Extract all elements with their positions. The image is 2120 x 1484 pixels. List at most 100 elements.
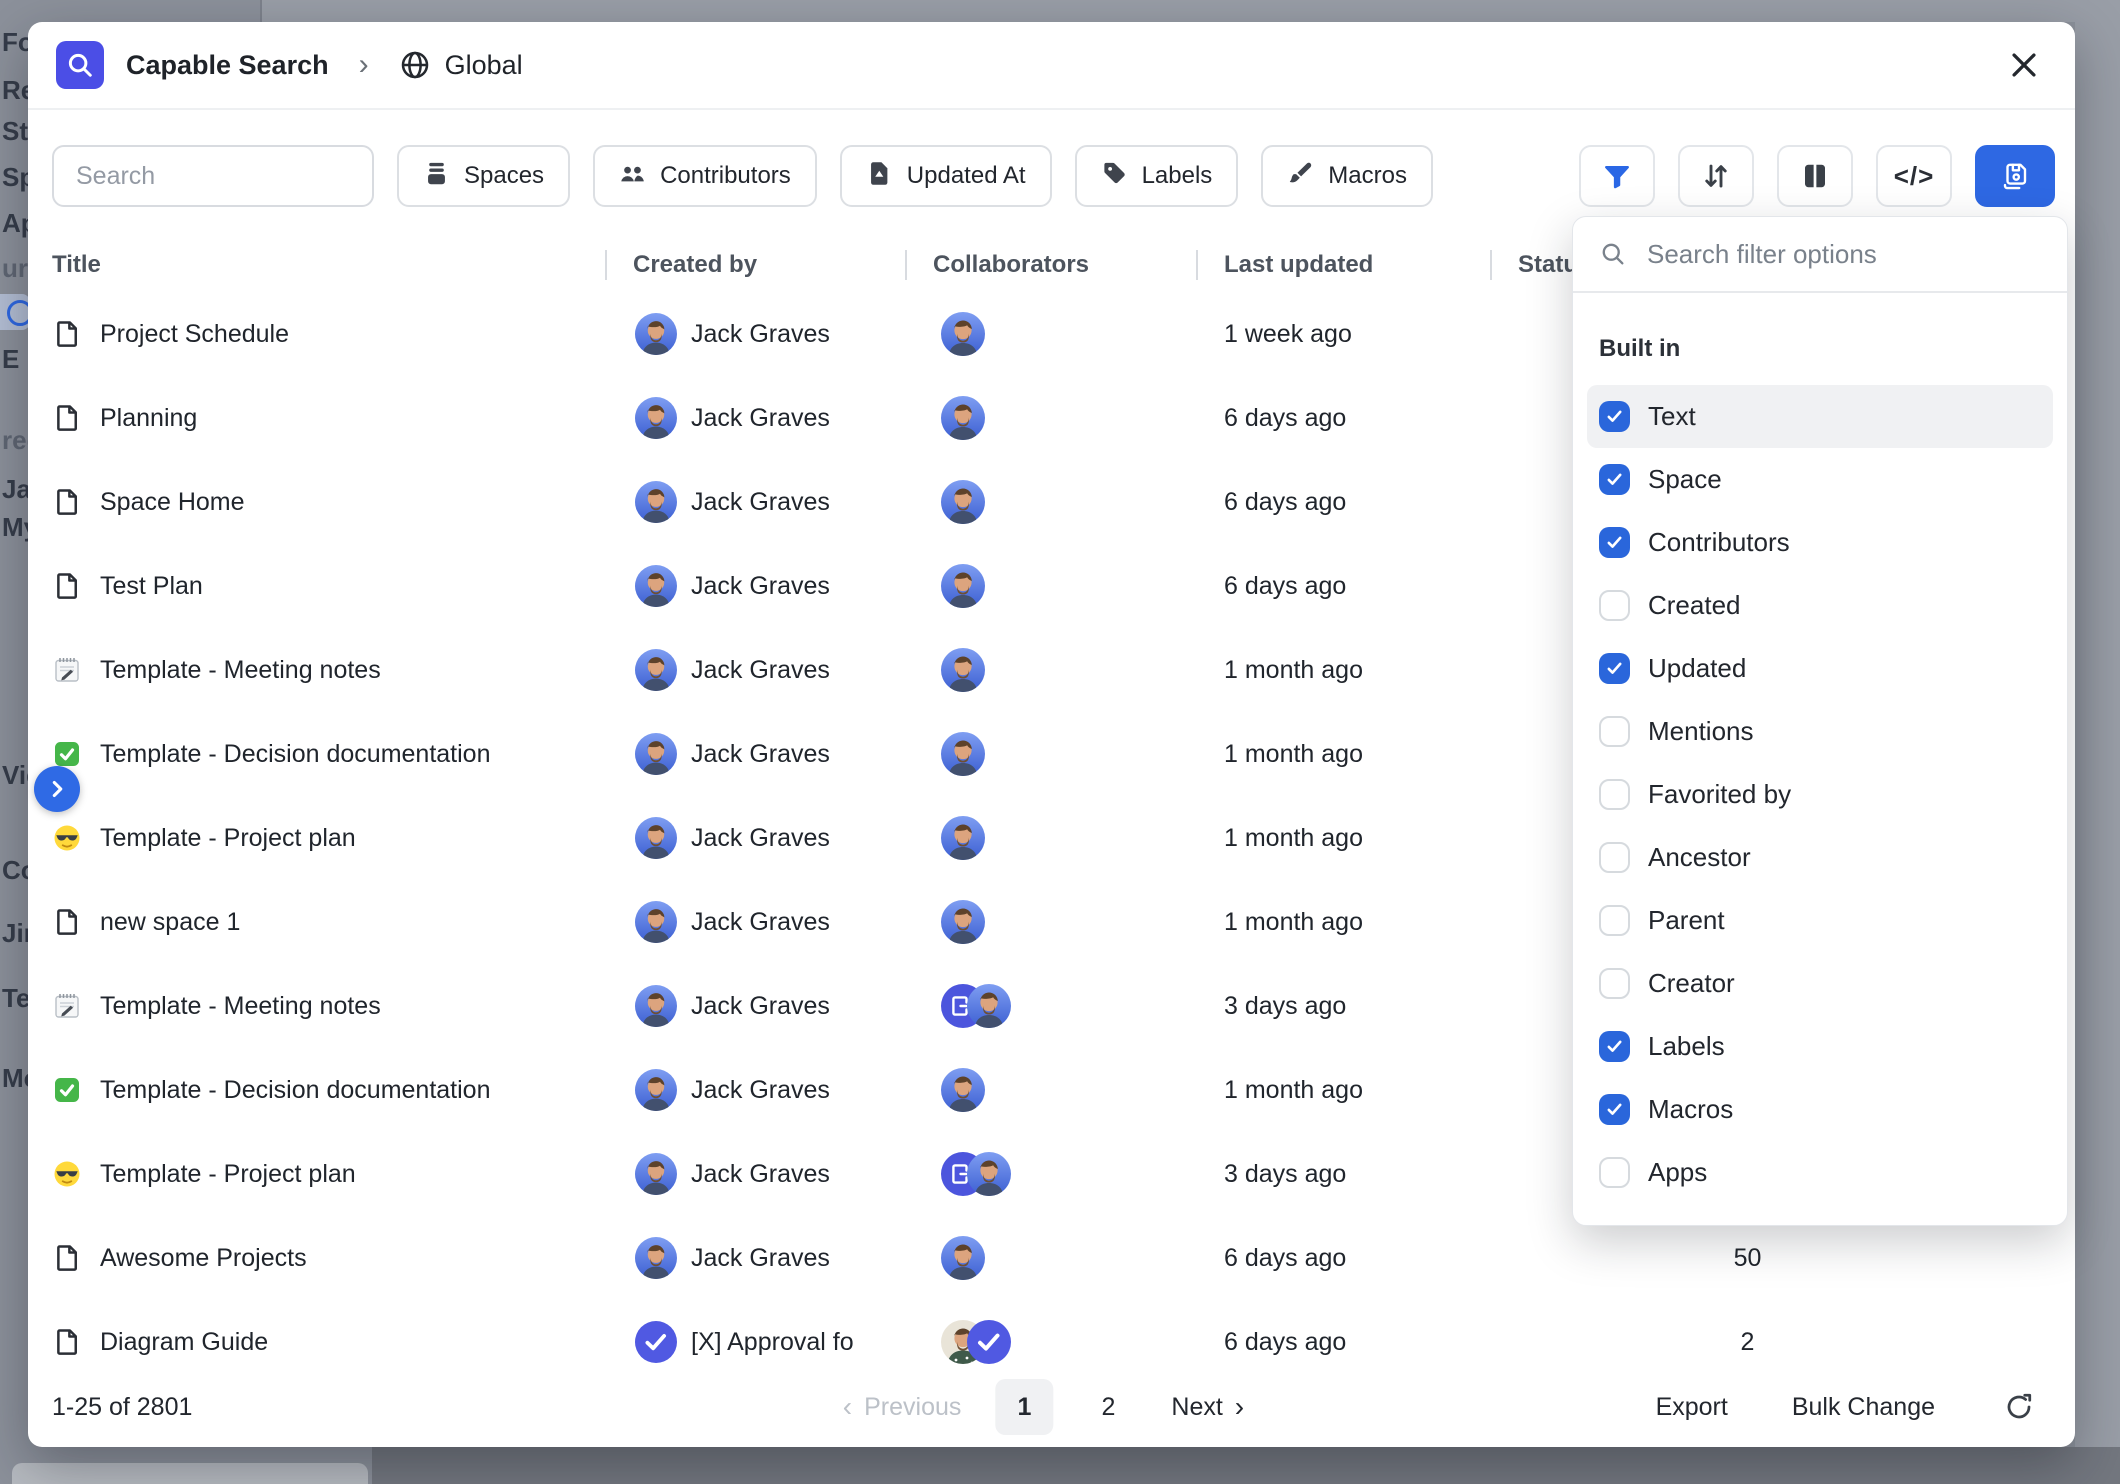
avatar <box>941 1236 985 1280</box>
filter-option-mentions[interactable]: Mentions <box>1587 700 2053 763</box>
checkbox-unchecked-icon[interactable] <box>1599 968 1630 999</box>
checkbox-checked-icon[interactable] <box>1599 1094 1630 1125</box>
filter-option-apps[interactable]: Apps <box>1587 1141 2053 1204</box>
created-by-cell: Jack Graves <box>605 481 905 523</box>
filter-chip-contributors[interactable]: Contributors <box>593 145 817 207</box>
filter-option-favorited-by[interactable]: Favorited by <box>1587 763 2053 826</box>
creator-name: [X] Approval fo <box>691 1328 854 1357</box>
collaborators-cell <box>905 1152 1196 1196</box>
column-divider <box>1490 250 1492 280</box>
checkbox-checked-icon[interactable] <box>1599 1031 1630 1062</box>
checkbox-unchecked-icon[interactable] <box>1599 716 1630 747</box>
page-button-2[interactable]: 2 <box>1079 1379 1137 1435</box>
last-updated-cell: 6 days ago <box>1196 572 1490 601</box>
expand-panel-button[interactable] <box>34 766 80 812</box>
checkbox-unchecked-icon[interactable] <box>1599 590 1630 621</box>
created-by-cell: Jack Graves <box>605 985 905 1027</box>
avatar <box>635 1153 677 1195</box>
title-cell: Diagram Guide <box>52 1327 605 1357</box>
chip-label: Labels <box>1142 162 1213 190</box>
last-updated-cell: 6 days ago <box>1196 1328 1490 1357</box>
avatar <box>941 480 985 524</box>
filter-chip-updated-at[interactable]: Updated At <box>840 145 1052 207</box>
row-title: Template - Project plan <box>100 1160 356 1189</box>
backdrop-highlight-fragment <box>0 294 30 330</box>
filter-options-panel: Built in TextSpaceContributorsCreatedUpd… <box>1572 216 2068 1226</box>
checkbox-unchecked-icon[interactable] <box>1599 905 1630 936</box>
refresh-button[interactable] <box>1999 1387 2039 1427</box>
row-title: Template - Meeting notes <box>100 656 381 685</box>
row-title: Template - Project plan <box>100 824 356 853</box>
last-updated-cell: 1 month ago <box>1196 824 1490 853</box>
table-row[interactable]: Diagram Guide[X] Approval fo6 days ago2 <box>52 1300 2075 1384</box>
avatar <box>635 649 677 691</box>
checkbox-checked-icon[interactable] <box>1599 527 1630 558</box>
avatar <box>941 648 985 692</box>
toolbar: </> <box>1579 145 2055 207</box>
filter-chip-labels[interactable]: Labels <box>1075 145 1239 207</box>
filter-option-space[interactable]: Space <box>1587 448 2053 511</box>
filter-option-labels[interactable]: Labels <box>1587 1015 2053 1078</box>
checkbox-checked-icon[interactable] <box>1599 464 1630 495</box>
column-header-collaborators: Collaborators <box>905 251 1196 279</box>
filter-option-label: Text <box>1648 401 1696 432</box>
column-header-last-updated: Last updated <box>1196 251 1490 279</box>
sort-button[interactable] <box>1678 145 1754 207</box>
checkbox-unchecked-icon[interactable] <box>1599 1157 1630 1188</box>
filter-chip-macros[interactable]: Macros <box>1261 145 1433 207</box>
avatar <box>941 1068 985 1112</box>
modal-header: Capable Search › Global <box>28 22 2075 110</box>
filter-search-input[interactable] <box>1645 238 2041 271</box>
collaborators-cell <box>905 1320 1196 1364</box>
filter-chip-spaces[interactable]: Spaces <box>397 145 570 207</box>
search-input[interactable] <box>74 161 352 192</box>
title-cell: new space 1 <box>52 907 605 937</box>
last-updated-cell: 1 month ago <box>1196 740 1490 769</box>
filter-option-creator[interactable]: Creator <box>1587 952 2053 1015</box>
filter-icon <box>1602 161 1632 191</box>
collaborator-avatar <box>941 648 985 692</box>
collaborators-cell <box>905 480 1196 524</box>
page-icon <box>52 319 82 349</box>
checkbox-unchecked-icon[interactable] <box>1599 779 1630 810</box>
creator-name: Jack Graves <box>691 824 830 853</box>
columns-icon <box>1800 161 1830 191</box>
next-button[interactable]: Next› <box>1171 1393 1244 1422</box>
checkbox-checked-icon[interactable] <box>1599 653 1630 684</box>
checkbox-checked-icon[interactable] <box>1599 401 1630 432</box>
close-button[interactable] <box>2001 42 2047 88</box>
title-cell: Planning <box>52 403 605 433</box>
filter-option-label: Creator <box>1648 968 1735 999</box>
search-icon <box>65 50 95 80</box>
columns-button[interactable] <box>1777 145 1853 207</box>
row-title: new space 1 <box>100 908 240 937</box>
created-by-cell: Jack Graves <box>605 565 905 607</box>
checkbox-unchecked-icon[interactable] <box>1599 842 1630 873</box>
collaborators-cell <box>905 564 1196 608</box>
bulk-change-button[interactable]: Bulk Change <box>1792 1393 1935 1422</box>
page-button-1[interactable]: 1 <box>995 1379 1053 1435</box>
filter-option-macros[interactable]: Macros <box>1587 1078 2053 1141</box>
last-updated-cell: 6 days ago <box>1196 488 1490 517</box>
filter-option-label: Parent <box>1648 905 1725 936</box>
creator-name: Jack Graves <box>691 404 830 433</box>
filter-button[interactable] <box>1579 145 1655 207</box>
code-icon[interactable]: </> <box>1876 145 1952 207</box>
filter-option-created[interactable]: Created <box>1587 574 2053 637</box>
row-title: Template - Decision documentation <box>100 740 490 769</box>
creator-name: Jack Graves <box>691 1244 830 1273</box>
filter-option-label: Labels <box>1648 1031 1725 1062</box>
filter-option-ancestor[interactable]: Ancestor <box>1587 826 2053 889</box>
filter-option-contributors[interactable]: Contributors <box>1587 511 2053 574</box>
notepad-icon <box>52 655 82 685</box>
filter-option-updated[interactable]: Updated <box>1587 637 2053 700</box>
filter-option-parent[interactable]: Parent <box>1587 889 2053 952</box>
avatar <box>635 733 677 775</box>
export-button[interactable]: Export <box>1656 1393 1728 1422</box>
search-scope: Global <box>445 50 523 81</box>
filter-option-text[interactable]: Text <box>1587 385 2053 448</box>
previous-button[interactable]: ‹Previous <box>843 1393 962 1422</box>
table-row[interactable]: Awesome ProjectsJack Graves6 days ago50 <box>52 1216 2075 1300</box>
search-modal: Capable Search › Global Spaces Contributo… <box>28 22 2075 1447</box>
save-view-button[interactable] <box>1975 145 2055 207</box>
